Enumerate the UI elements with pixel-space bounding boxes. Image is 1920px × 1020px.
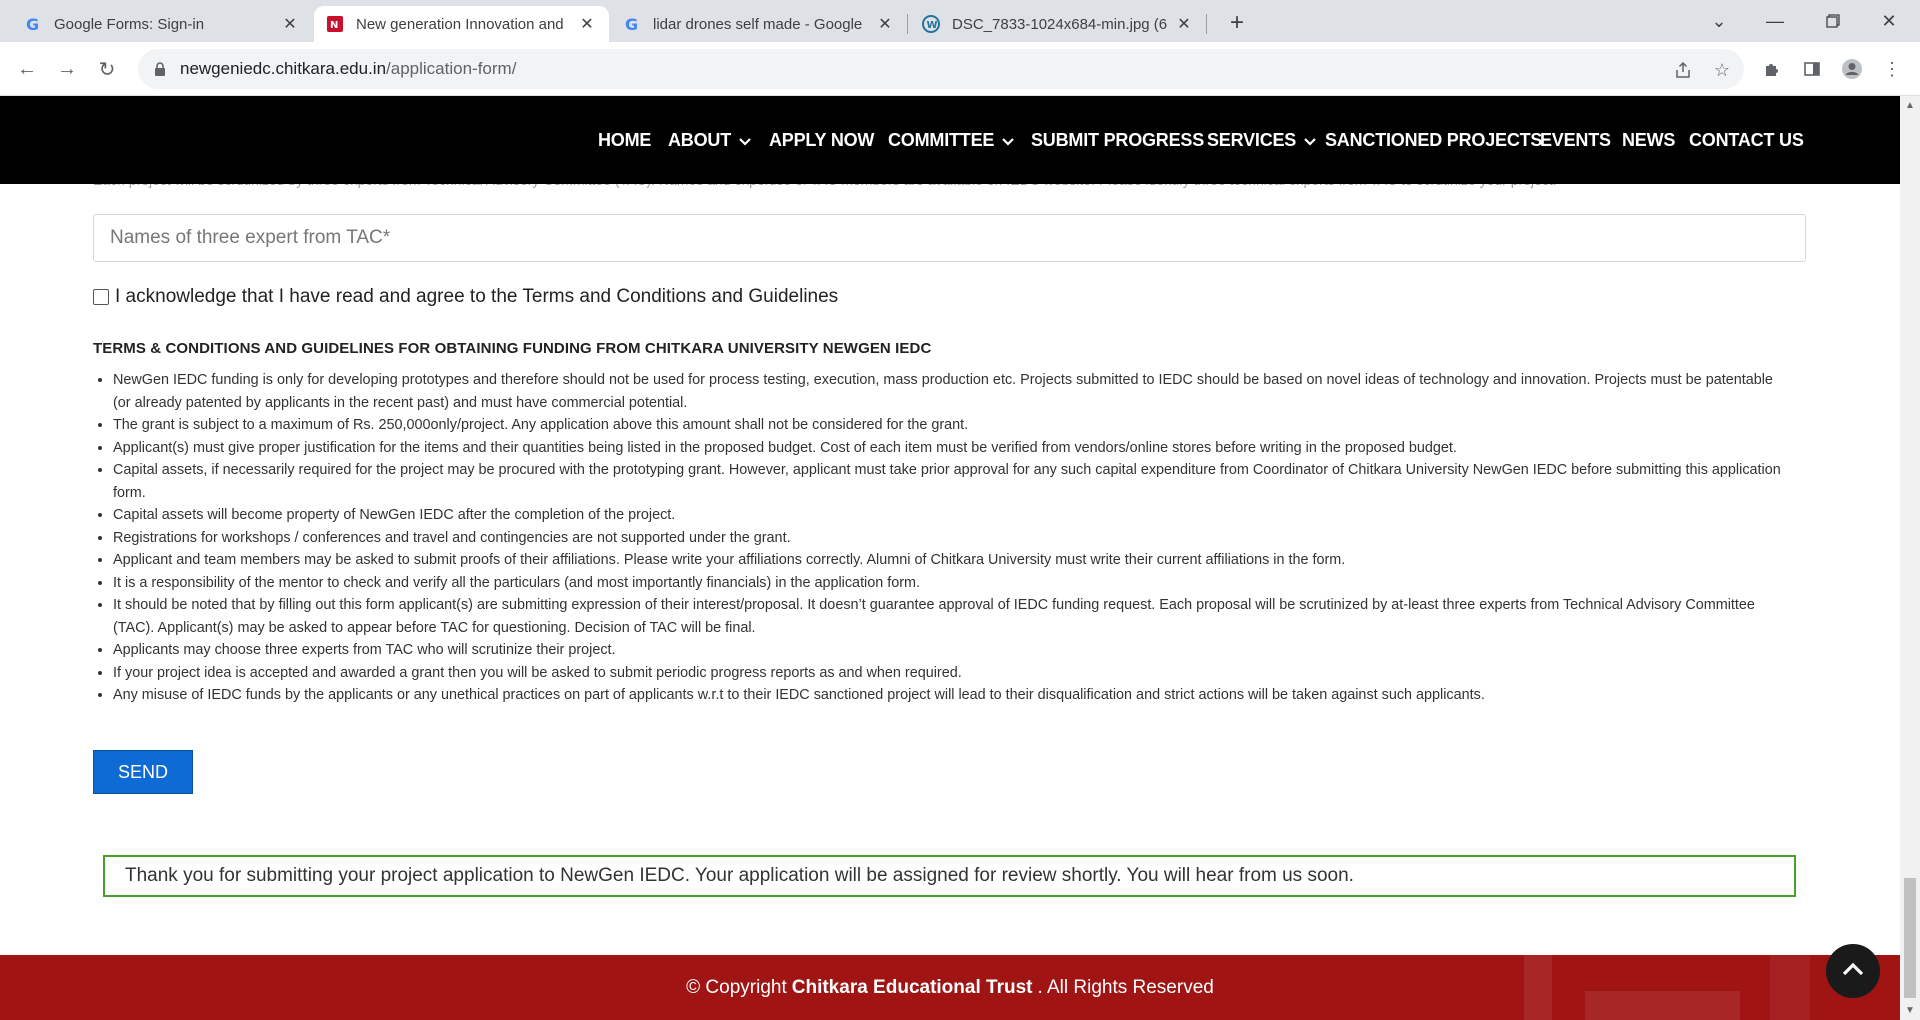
minimize-icon[interactable]: — [1752,0,1798,42]
back-arrow-icon[interactable]: ← [12,54,42,84]
svg-text:W: W [927,20,938,31]
site-navbar: HOME ABOUT APPLY NOW COMMITTEE SUBMIT PR… [0,96,1900,184]
nav-home[interactable]: HOME [598,96,651,184]
reload-icon[interactable]: ↻ [92,54,122,84]
nav-about-label: ABOUT [668,129,731,150]
svg-text:N: N [330,20,338,31]
terms-checkbox[interactable] [93,289,109,305]
chevron-down-icon [1304,130,1316,151]
extensions-puzzle-icon[interactable] [1758,55,1786,83]
tab-search-chevron-icon[interactable]: ⌄ [1696,0,1742,42]
nav-apply-now[interactable]: APPLY NOW [769,96,874,184]
close-window-icon[interactable]: ✕ [1866,0,1912,42]
svg-text:G: G [26,15,39,33]
chevron-down-icon [1002,130,1014,151]
tab-separator [907,14,908,34]
page-content: Each project will be scrutinized by thre… [0,96,1900,1020]
scroll-to-top-button[interactable] [1826,944,1880,998]
terms-item: Applicant and team members may be asked … [113,549,1783,572]
send-button[interactable]: SEND [93,750,193,794]
terms-acknowledgement[interactable]: I acknowledge that I have read and agree… [93,286,838,308]
copyright-org: Chitkara Educational Trust [791,976,1033,998]
tab-title: DSC_7833-1024x684-min.jpg (6 [952,15,1168,33]
chevron-down-icon [739,130,751,151]
terms-list: NewGen IEDC funding is only for developi… [113,369,1783,707]
profile-avatar-icon[interactable] [1838,55,1866,83]
restore-icon[interactable] [1810,0,1856,42]
terms-item: The grant is subject to a maximum of Rs.… [113,414,1783,437]
google-icon: G [24,15,42,33]
browser-tab-strip: G Google Forms: Sign-in ✕ N New generati… [0,0,1920,42]
bookmark-star-icon[interactable]: ☆ [1711,59,1733,81]
side-panel-icon[interactable] [1798,55,1826,83]
lock-icon[interactable] [152,61,168,77]
close-tab-icon[interactable]: ✕ [875,14,895,34]
scroll-down-arrow-icon[interactable]: ▼ [1905,1005,1915,1016]
nav-sanctioned-projects[interactable]: SANCTIONED PROJECTS [1325,96,1542,184]
copyright-prefix: © Copyright [686,976,787,998]
terms-item: It should be noted that by filling out t… [113,594,1783,639]
close-tab-icon[interactable]: ✕ [577,14,597,34]
page-scrollbar[interactable]: ▲ ▼ [1900,96,1920,1020]
chevron-up-icon [1842,962,1864,981]
close-tab-icon[interactable]: ✕ [1174,14,1194,34]
terms-item: Capital assets, if necessarily required … [113,459,1783,504]
address-bar[interactable]: newgeniedc.chitkara.edu.in/application-f… [138,49,1744,89]
terms-item: If your project idea is accepted and awa… [113,662,1783,685]
tab-title: lidar drones self made - Google [653,15,863,33]
terms-item: Applicants may choose three experts from… [113,639,1783,662]
url-text: newgeniedc.chitkara.edu.in/application-f… [180,59,517,78]
success-message: Thank you for submitting your project ap… [103,855,1796,897]
terms-heading: TERMS & CONDITIONS AND GUIDELINES FOR OB… [93,340,932,357]
browser-tab-image[interactable]: W DSC_7833-1024x684-min.jpg (6 ✕ [910,6,1206,42]
google-icon: G [623,15,641,33]
terms-item: Capital assets will become property of N… [113,504,1783,527]
site-footer: © Copyright Chitkara Educational Trust .… [0,955,1900,1020]
copyright-suffix: . All Rights Reserved [1037,976,1214,998]
browser-tab-lidar-search[interactable]: G lidar drones self made - Google ✕ [611,6,907,42]
terms-checkbox-label[interactable]: I acknowledge that I have read and agree… [115,286,838,308]
nav-submit-progress[interactable]: SUBMIT PROGRESS [1031,96,1204,184]
nav-news[interactable]: NEWS [1622,96,1675,184]
close-tab-icon[interactable]: ✕ [280,14,300,34]
browser-toolbar: ← → ↻ newgeniedc.chitkara.edu.in/applica… [0,42,1920,96]
new-tab-button[interactable]: + [1222,8,1252,38]
share-icon[interactable] [1672,59,1694,81]
forward-arrow-icon[interactable]: → [52,54,82,84]
nav-services[interactable]: SERVICES [1207,96,1316,184]
terms-item: Registrations for workshops / conference… [113,527,1783,550]
terms-item: Applicant(s) must give proper justificat… [113,437,1783,460]
terms-item: Any misuse of IEDC funds by the applican… [113,684,1783,707]
terms-item: NewGen IEDC funding is only for developi… [113,369,1783,414]
browser-tab-google-forms[interactable]: G Google Forms: Sign-in ✕ [12,6,312,42]
nav-committee-label: COMMITTEE [888,129,995,150]
terms-item: It is a responsibility of the mentor to … [113,572,1783,595]
nav-about[interactable]: ABOUT [668,96,751,184]
nav-events[interactable]: EVENTS [1540,96,1611,184]
nav-contact-us[interactable]: CONTACT US [1689,96,1804,184]
nav-services-label: SERVICES [1207,129,1297,150]
tab-title: Google Forms: Sign-in [54,15,205,33]
more-menu-icon[interactable]: ⋮ [1878,55,1906,83]
copyright-text: © Copyright Chitkara Educational Trust .… [0,955,1900,1020]
nav-committee[interactable]: COMMITTEE [888,96,1014,184]
scroll-up-arrow-icon[interactable]: ▲ [1905,100,1915,111]
tab-title: New generation Innovation and [356,15,564,33]
tac-experts-input[interactable] [93,214,1806,262]
newgen-icon: N [326,15,344,33]
wordpress-icon: W [922,15,940,33]
tab-separator [1206,14,1207,34]
browser-tab-newgen[interactable]: N New generation Innovation and ✕ [314,6,609,42]
scrollbar-thumb[interactable] [1904,878,1916,998]
svg-text:G: G [625,15,638,33]
